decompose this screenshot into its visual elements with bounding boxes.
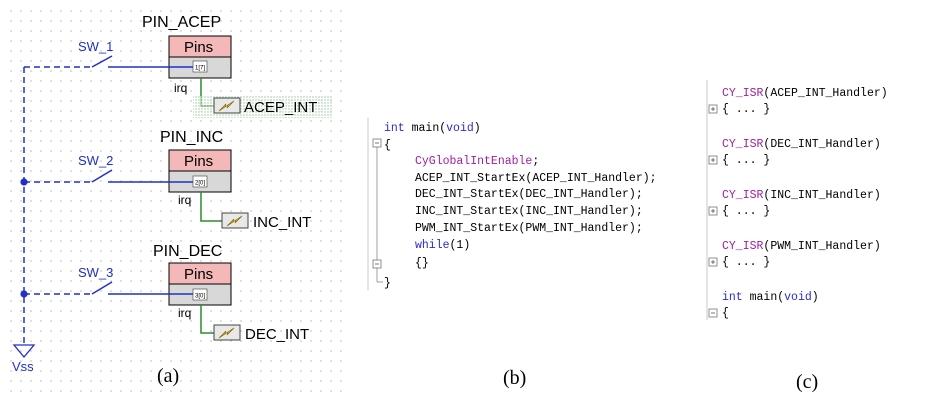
switch-label: SW_2: [78, 153, 113, 168]
pins-label: Pins: [184, 153, 213, 170]
irq-label: irq: [178, 193, 191, 207]
code-line-main: int main(void): [384, 122, 481, 135]
schematic-panel: Vss PIN_ACEP Pins 1[7] irq ACEP_INT SW_1…: [4, 2, 350, 394]
isr-line-inc: CY_ISR(INC_INT_Handler): [722, 189, 881, 202]
isr-collapsed-body[interactable]: { ... }: [722, 256, 770, 269]
switch-label: SW_1: [78, 39, 113, 54]
code-line-while: while(1): [415, 239, 470, 252]
code-panel-b: int main(void) { CyGlobalIntEnable; ACEP…: [367, 118, 657, 389]
caption-c: (c): [796, 371, 818, 393]
isr-line-acep: CY_ISR(ACEP_INT_Handler): [722, 87, 888, 100]
isr-line-pwm: CY_ISR(PWM_INT_Handler): [722, 240, 881, 253]
code-line-empty-braces: {}: [415, 257, 429, 270]
pin-title: PIN_INC: [160, 129, 223, 146]
ground-label: Vss: [12, 359, 34, 374]
switch-label: SW_3: [78, 265, 113, 280]
caption-b: (b): [503, 367, 526, 389]
code-line-main-c: int main(void): [722, 291, 819, 304]
figure-canvas: Vss PIN_ACEP Pins 1[7] irq ACEP_INT SW_1…: [4, 2, 888, 394]
isr-collapsed-body[interactable]: { ... }: [722, 205, 770, 218]
code-line-global-int: CyGlobalIntEnable;: [415, 155, 539, 168]
code-line-acep-start: ACEP_INT_StartEx(ACEP_INT_Handler);: [415, 172, 657, 185]
irq-label: irq: [174, 81, 187, 95]
code-line-open-brace: {: [384, 139, 391, 152]
code-line-main-brace: {: [722, 307, 729, 320]
port-label: 1[7]: [195, 66, 205, 72]
pins-label: Pins: [184, 266, 213, 283]
caption-a: (a): [157, 365, 179, 387]
isr-line-dec: CY_ISR(DEC_INT_Handler): [722, 138, 881, 151]
interrupt-label: DEC_INT: [245, 326, 309, 343]
code-line-pwm-start: PWM_INT_StartEx(PWM_INT_Handler);: [415, 222, 643, 235]
irq-label: irq: [178, 306, 191, 320]
port-label: 2[0]: [195, 181, 205, 187]
port-label: 3[0]: [195, 294, 205, 300]
pin-title: PIN_DEC: [153, 243, 222, 260]
pin-title: PIN_ACEP: [142, 14, 221, 31]
isr-collapsed-body[interactable]: { ... }: [722, 154, 770, 167]
isr-collapsed-body[interactable]: { ... }: [722, 103, 770, 116]
code-panel-c: CY_ISR(ACEP_INT_Handler) { ... } CY_ISR(…: [706, 80, 888, 393]
code-line-inc-start: INC_INT_StartEx(INC_INT_Handler);: [415, 205, 643, 218]
pins-label: Pins: [184, 39, 213, 56]
code-line-close-brace: }: [384, 277, 391, 290]
interrupt-label: ACEP_INT: [244, 99, 317, 116]
code-line-dec-start: DEC_INT_StartEx(DEC_INT_Handler);: [415, 188, 643, 201]
interrupt-label: INC_INT: [253, 214, 311, 231]
